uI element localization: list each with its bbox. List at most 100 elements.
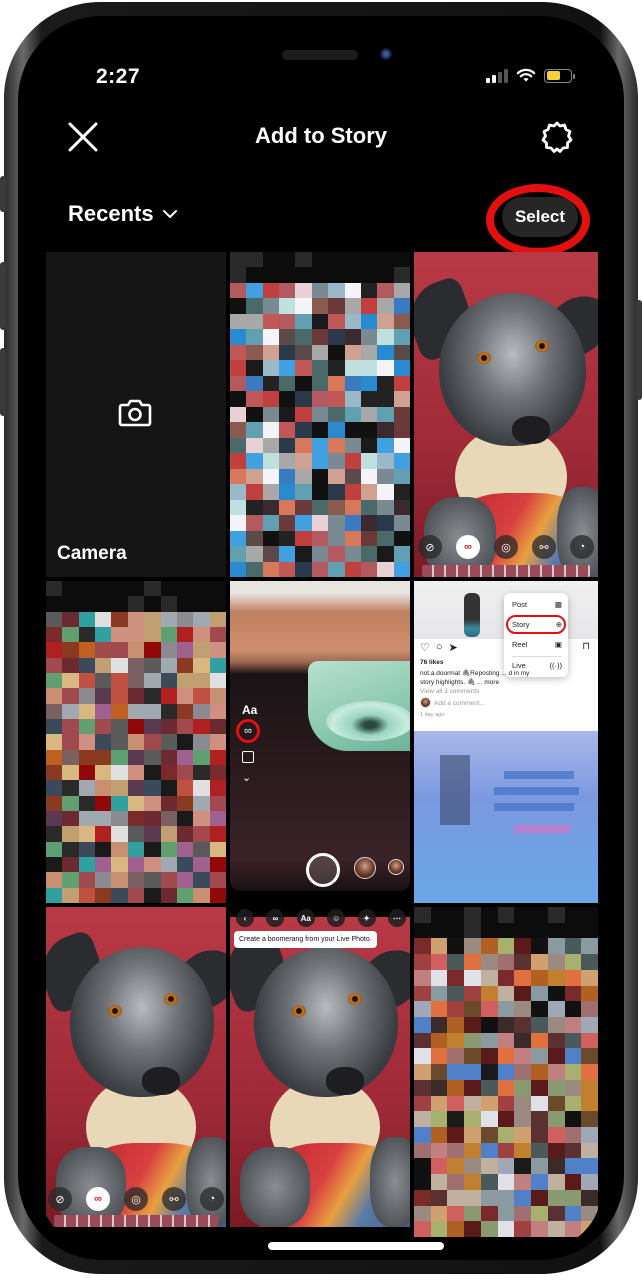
mosaic-cell <box>279 282 296 299</box>
mosaic-cell <box>430 1079 448 1096</box>
mosaic-cell <box>193 642 210 658</box>
mosaic-cell <box>497 1001 515 1017</box>
mosaic-cell <box>464 907 481 923</box>
mosaic-cell <box>497 1142 515 1159</box>
media-tile-blurred-screenshot-2[interactable] <box>46 581 226 903</box>
mosaic-cell <box>447 938 465 955</box>
mosaic-cell <box>447 1127 465 1143</box>
mosaic-cell <box>531 1095 548 1112</box>
mosaic-cell <box>262 267 280 283</box>
mosaic-cell <box>393 406 410 423</box>
mosaic-cell <box>328 484 345 500</box>
mosaic-cell <box>279 313 296 330</box>
mosaic-cell <box>46 872 63 888</box>
mosaic-cell <box>393 360 410 376</box>
mosaic-cell <box>78 795 96 811</box>
mosaic-cell <box>127 887 145 903</box>
mosaic-cell <box>46 764 63 781</box>
dog-photo-thumbnail <box>46 907 226 1227</box>
mosaic-cell <box>176 887 194 903</box>
mosaic-cell <box>62 688 79 704</box>
mosaic-cell <box>430 985 448 1002</box>
mosaic-cell <box>377 561 394 577</box>
mosaic-cell <box>46 810 63 827</box>
mosaic-cell <box>480 1032 498 1049</box>
mosaic-cell <box>344 561 361 577</box>
mosaic-cell <box>344 484 361 500</box>
mosaic-cell <box>46 795 63 811</box>
mosaic-cell <box>193 703 210 719</box>
mosaic-cell <box>46 703 63 719</box>
mosaic-cell <box>62 826 79 842</box>
mosaic-cell <box>144 887 161 903</box>
mosaic-cell <box>514 969 532 986</box>
mosaic-cell <box>78 626 96 643</box>
mosaic-cell <box>581 1111 598 1127</box>
camera-tile[interactable]: Camera <box>46 252 226 577</box>
media-tile-blurred-screenshot-3[interactable] <box>414 907 598 1237</box>
mosaic-cell <box>564 1174 582 1190</box>
mosaic-cell <box>480 907 498 923</box>
mosaic-cell <box>46 718 63 735</box>
mosaic-cell <box>514 1111 532 1127</box>
mosaic-cell <box>160 795 177 811</box>
mosaic-cell <box>78 657 96 673</box>
mosaic-cell <box>176 642 194 658</box>
mosaic-cell <box>95 872 112 888</box>
mosaic-cell <box>279 484 296 500</box>
mosaic-cell <box>111 734 128 750</box>
gear-icon <box>541 121 573 153</box>
mosaic-cell <box>393 329 410 345</box>
mosaic-cell <box>95 795 112 811</box>
post-time: 1 day ago <box>420 712 445 718</box>
mosaic-cell <box>581 1079 598 1096</box>
mosaic-cell <box>230 391 247 407</box>
mosaic-cell <box>193 826 210 842</box>
mosaic-cell <box>393 530 410 547</box>
mosaic-cell <box>430 1048 448 1065</box>
mosaic-cell <box>160 856 177 873</box>
mosaic-cell <box>46 688 63 704</box>
mosaic-cell <box>295 468 312 485</box>
settings-button[interactable] <box>540 120 574 154</box>
effect-pill-icon: ⚯ <box>162 1187 186 1211</box>
chevron-down-icon <box>162 210 177 218</box>
editor-toolbar: ‹ ∞ Aa ☺ ✦ ⋯ <box>236 909 406 927</box>
mosaic-cell <box>111 764 128 781</box>
mosaic-cell <box>62 841 79 857</box>
mosaic-cell <box>414 1142 431 1159</box>
mosaic-cell <box>311 391 329 407</box>
media-tile-dog-photo-2[interactable]: ⊘ ∞ ◎ ⚯ ◔ <box>46 907 226 1227</box>
mosaic-cell <box>176 672 194 689</box>
mosaic-cell <box>144 626 161 643</box>
media-tile-dog-photo-1[interactable]: ⊘ ∞ ◎ ⚯ ◔ <box>414 252 598 577</box>
mosaic-cell <box>144 718 161 735</box>
mosaic-cell <box>127 780 145 796</box>
mosaic-cell <box>62 581 79 597</box>
mosaic-cell <box>95 626 112 643</box>
mosaic-cell <box>311 313 329 330</box>
mosaic-cell <box>514 985 532 1002</box>
mosaic-cell <box>344 267 361 283</box>
album-dropdown[interactable]: Recents <box>68 201 178 227</box>
mosaic-cell <box>480 1064 498 1080</box>
mosaic-cell <box>230 561 247 577</box>
mosaic-cell <box>360 344 378 361</box>
mosaic-cell <box>344 329 361 345</box>
media-tile-blurred-screenshot-1[interactable] <box>230 252 410 577</box>
front-camera-icon <box>380 48 392 60</box>
mosaic-cell <box>447 1079 465 1096</box>
mosaic-cell <box>414 1079 431 1096</box>
mosaic-cell <box>564 1158 582 1175</box>
mosaic-cell <box>564 1111 582 1127</box>
mosaic-cell <box>547 922 565 939</box>
mosaic-cell <box>581 1017 598 1033</box>
mosaic-cell <box>144 611 161 627</box>
media-tile-story-camera-screenshot[interactable]: Aa ∞ ⌄ <box>230 581 410 891</box>
mosaic-cell <box>414 1111 431 1127</box>
mosaic-cell <box>564 1221 582 1237</box>
media-tile-dog-photo-tooltip[interactable]: ‹ ∞ Aa ☺ ✦ ⋯ Create a boomerang from your Liv… <box>230 907 410 1227</box>
mosaic-cell <box>564 1064 582 1080</box>
mosaic-cell <box>295 499 312 516</box>
media-tile-instagram-post-screenshot[interactable]: Post ▦ Story ⊕ Reel ▣ Live ((·)) ♡ ○ ➤ ⊓ 76 li… <box>414 581 598 903</box>
